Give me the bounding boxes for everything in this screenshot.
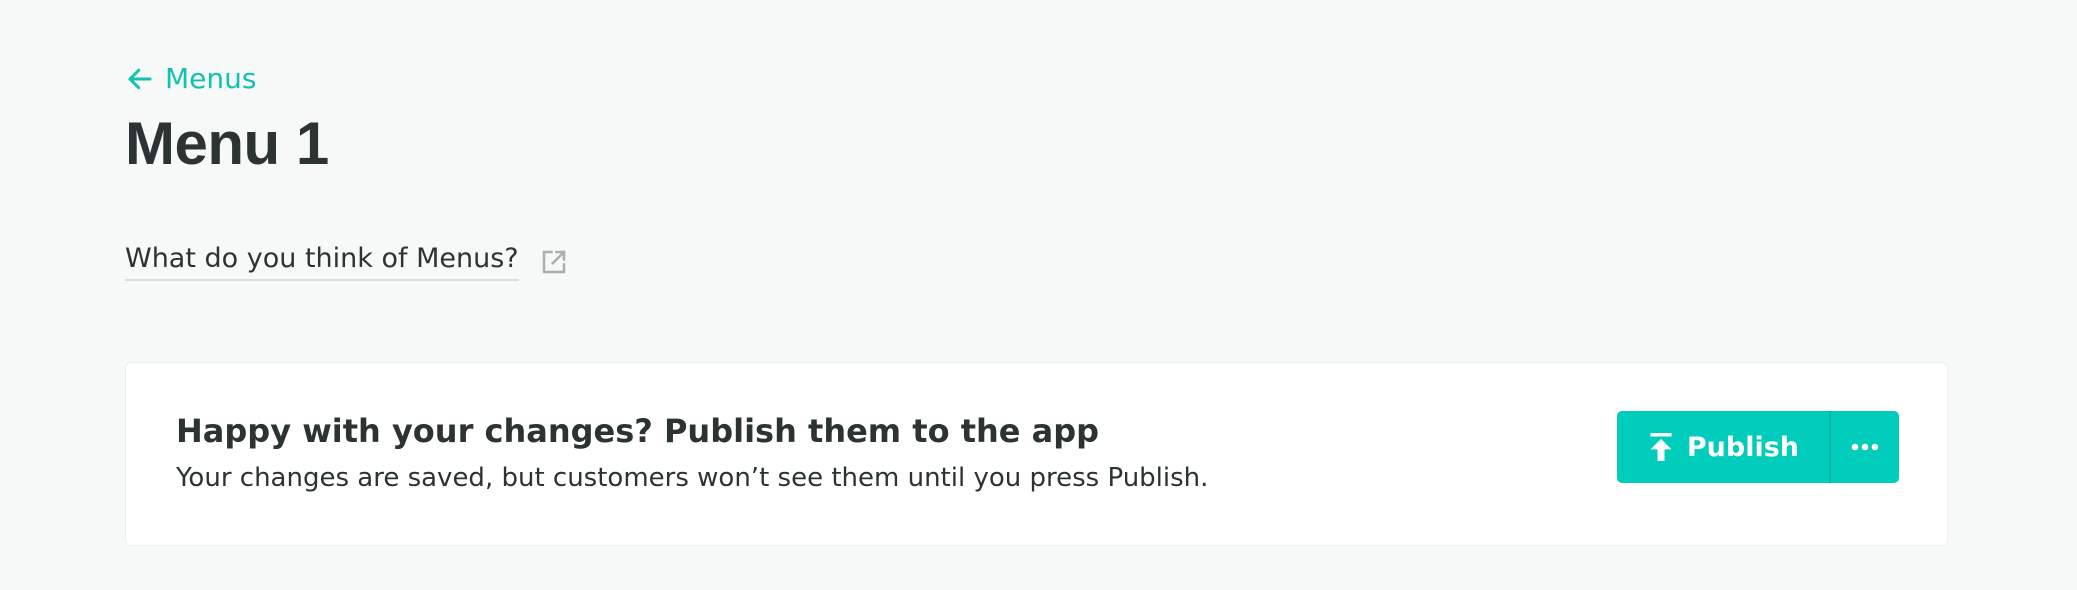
publish-button[interactable]: Publish: [1616, 411, 1829, 483]
back-to-menus-link[interactable]: Menus: [125, 62, 256, 95]
feedback-link[interactable]: What do you think of Menus?: [125, 242, 519, 281]
back-link-label: Menus: [165, 62, 257, 95]
page-title: Menu 1: [125, 110, 329, 177]
publish-button-group: Publish: [1616, 411, 1899, 483]
publish-button-label: Publish: [1686, 431, 1799, 463]
publish-card-subtext: Your changes are saved, but customers wo…: [176, 463, 1209, 493]
feedback-row: What do you think of Menus?: [125, 242, 569, 281]
publish-card: Happy with your changes? Publish them to…: [125, 362, 1948, 546]
upload-icon: [1649, 433, 1673, 461]
publish-card-heading: Happy with your changes? Publish them to…: [176, 412, 1100, 450]
more-horizontal-icon: [1851, 443, 1879, 451]
external-link-icon[interactable]: [539, 247, 569, 277]
more-options-button[interactable]: [1829, 411, 1899, 483]
arrow-left-icon: [125, 64, 155, 94]
